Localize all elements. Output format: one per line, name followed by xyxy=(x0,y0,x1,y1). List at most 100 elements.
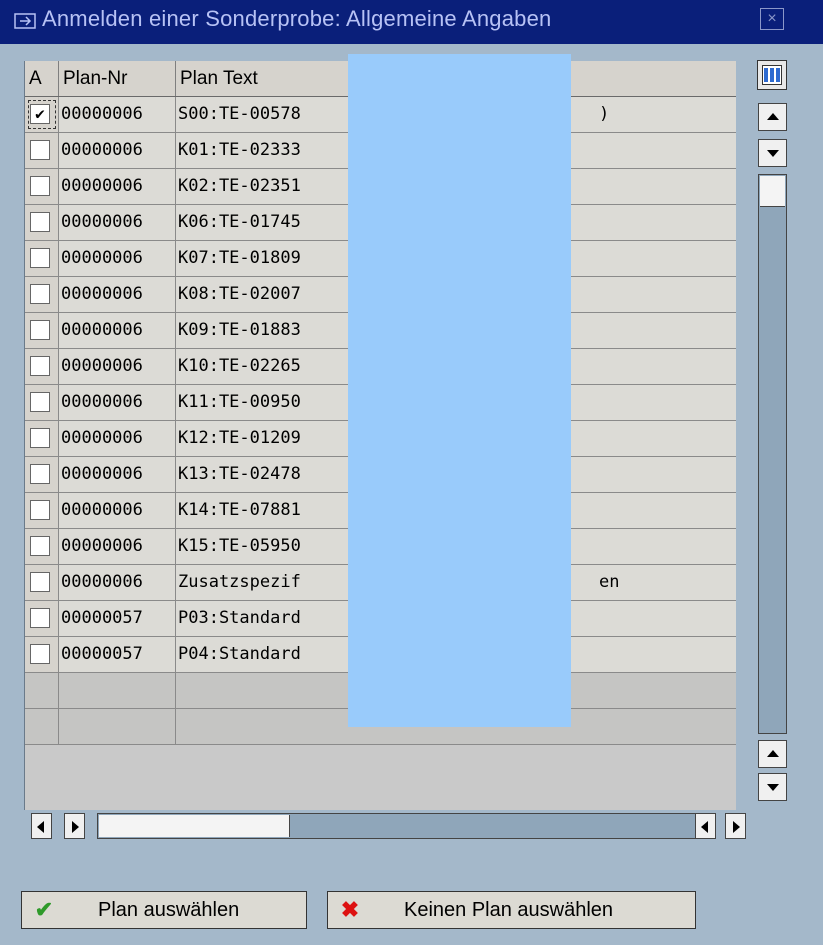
row-checkbox[interactable] xyxy=(30,284,50,304)
close-button[interactable]: × xyxy=(760,8,784,30)
select-plan-label: Plan auswählen xyxy=(98,899,240,921)
row-checkbox[interactable] xyxy=(30,212,50,232)
row-checkbox[interactable] xyxy=(30,320,50,340)
plan-nr-cell: 00000057 xyxy=(59,601,176,636)
plan-nr-cell: 00000006 xyxy=(59,241,176,276)
plan-nr-cell: 00000006 xyxy=(59,565,176,600)
page-left-button[interactable] xyxy=(695,813,716,839)
arrow-left-icon xyxy=(701,821,708,833)
vertical-scrollbar[interactable] xyxy=(758,99,788,804)
redaction-box xyxy=(348,54,571,727)
page-right-button[interactable] xyxy=(725,813,746,839)
plan-nr-cell: 00000006 xyxy=(59,457,176,492)
select-cell xyxy=(25,565,59,600)
page-down-button[interactable] xyxy=(758,773,787,801)
select-cell xyxy=(25,277,59,312)
scroll-right-button[interactable] xyxy=(64,813,85,839)
plan-text-value: P04:Standard xyxy=(178,644,301,664)
plan-text-suffix: ) xyxy=(599,104,610,124)
horizontal-scroll-thumb[interactable] xyxy=(99,815,290,837)
row-checkbox[interactable] xyxy=(30,428,50,448)
select-cell xyxy=(25,385,59,420)
scroll-down-button[interactable] xyxy=(758,139,787,167)
row-checkbox[interactable] xyxy=(30,140,50,160)
select-cell xyxy=(25,421,59,456)
select-cell xyxy=(25,457,59,492)
row-checkbox[interactable] xyxy=(30,608,50,628)
plan-text-value: S00:TE-00578 xyxy=(178,104,301,124)
dialog-window: Anmelden einer Sonderprobe: Allgemeine A… xyxy=(0,0,823,945)
plan-nr-cell: 00000006 xyxy=(59,421,176,456)
plan-text-value: K14:TE-07881 xyxy=(178,500,301,520)
plan-text-value: K08:TE-02007 xyxy=(178,284,301,304)
plan-nr-cell: 00000006 xyxy=(59,133,176,168)
column-header-plan-nr[interactable]: Plan-Nr xyxy=(59,61,176,96)
arrow-right-icon xyxy=(733,821,740,833)
row-checkbox[interactable] xyxy=(30,644,50,664)
scroll-up-button[interactable] xyxy=(758,103,787,131)
column-header-select[interactable]: A xyxy=(25,61,59,96)
select-cell xyxy=(25,349,59,384)
row-checkbox[interactable]: ✔ xyxy=(30,104,50,124)
arrow-up-icon xyxy=(767,750,779,757)
title-bar[interactable]: Anmelden einer Sonderprobe: Allgemeine A… xyxy=(0,0,823,44)
vertical-scroll-track[interactable] xyxy=(758,174,787,734)
row-checkbox[interactable] xyxy=(30,572,50,592)
row-checkbox[interactable] xyxy=(30,176,50,196)
plan-text-value: K15:TE-05950 xyxy=(178,536,301,556)
vertical-scroll-thumb[interactable] xyxy=(760,176,785,207)
select-plan-button[interactable]: ✔ Plan auswählen xyxy=(21,891,307,929)
select-cell xyxy=(25,601,59,636)
plan-nr-cell: 00000057 xyxy=(59,637,176,672)
no-plan-label: Keinen Plan auswählen xyxy=(404,899,614,921)
empty-cell xyxy=(59,709,176,744)
plan-text-value: K12:TE-01209 xyxy=(178,428,301,448)
select-cell xyxy=(25,493,59,528)
select-cell xyxy=(25,133,59,168)
column-settings-icon[interactable] xyxy=(757,60,787,90)
row-checkbox[interactable] xyxy=(30,356,50,376)
plan-nr-cell: 00000006 xyxy=(59,313,176,348)
select-cell xyxy=(25,205,59,240)
empty-cell xyxy=(25,709,59,744)
plan-text-value: K07:TE-01809 xyxy=(178,248,301,268)
horizontal-scrollbar[interactable] xyxy=(31,813,751,840)
plan-nr-cell: 00000006 xyxy=(59,205,176,240)
checkmark-icon: ✔ xyxy=(34,897,54,922)
row-checkbox[interactable] xyxy=(30,392,50,412)
plan-text-value: K10:TE-02265 xyxy=(178,356,301,376)
plan-text-value: K11:TE-00950 xyxy=(178,392,301,412)
plan-text-value: K01:TE-02333 xyxy=(178,140,301,160)
scroll-left-button[interactable] xyxy=(31,813,52,839)
no-plan-button[interactable]: ✖ Keinen Plan auswählen xyxy=(327,891,696,929)
select-cell xyxy=(25,313,59,348)
row-checkbox[interactable] xyxy=(30,536,50,556)
window-icon xyxy=(14,13,36,29)
empty-cell xyxy=(59,673,176,708)
empty-cell xyxy=(25,673,59,708)
horizontal-scroll-track[interactable] xyxy=(97,813,709,839)
row-checkbox[interactable] xyxy=(30,500,50,520)
plan-nr-cell: 00000006 xyxy=(59,493,176,528)
plan-text-value: K06:TE-01745 xyxy=(178,212,301,232)
select-cell: ✔ xyxy=(25,97,59,132)
plan-nr-cell: 00000006 xyxy=(59,349,176,384)
window-title: Anmelden einer Sonderprobe: Allgemeine A… xyxy=(42,6,552,31)
select-cell xyxy=(25,169,59,204)
arrow-left-icon xyxy=(37,821,44,833)
page-up-button[interactable] xyxy=(758,740,787,768)
select-cell xyxy=(25,241,59,276)
plan-text-value: K13:TE-02478 xyxy=(178,464,301,484)
plan-nr-cell: 00000006 xyxy=(59,385,176,420)
plan-nr-cell: 00000006 xyxy=(59,277,176,312)
plan-text-suffix: en xyxy=(599,572,620,592)
plan-text-value: K09:TE-01883 xyxy=(178,320,301,340)
arrow-down-icon xyxy=(767,150,779,157)
arrow-down-icon xyxy=(767,784,779,791)
row-checkbox[interactable] xyxy=(30,248,50,268)
cancel-x-icon: ✖ xyxy=(340,897,360,922)
row-checkbox[interactable] xyxy=(30,464,50,484)
plan-text-value: K02:TE-02351 xyxy=(178,176,301,196)
plan-nr-cell: 00000006 xyxy=(59,529,176,564)
plan-nr-cell: 00000006 xyxy=(59,169,176,204)
